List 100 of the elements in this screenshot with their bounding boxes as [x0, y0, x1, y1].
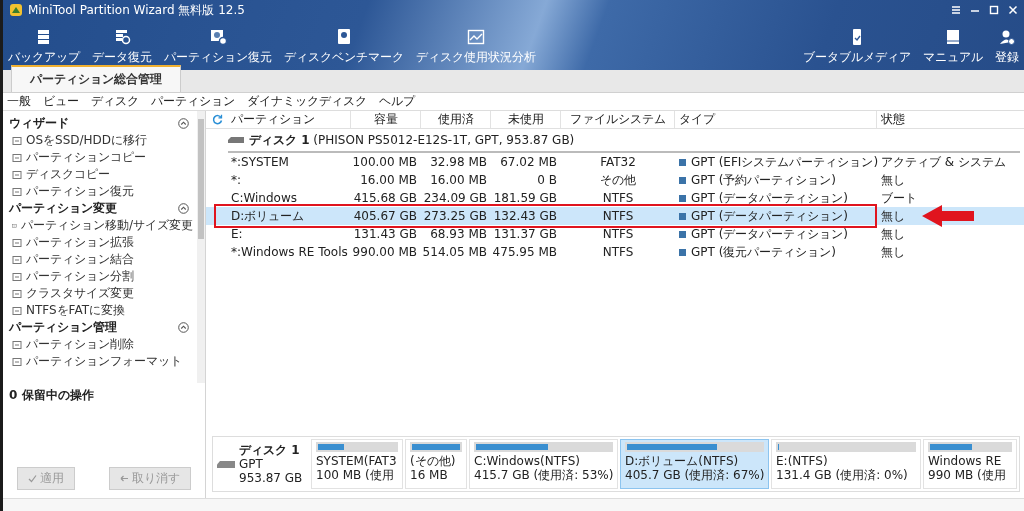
table-cell-text: 0 B	[536, 173, 558, 187]
table-cell: GPT (復元パーティション)	[675, 243, 877, 261]
table-cell-text: 68.93 MB	[429, 227, 488, 241]
menu-item[interactable]: ヘルプ	[379, 93, 415, 110]
table-cell-text: 415.68 GB	[352, 191, 418, 205]
column-header[interactable]: 使用済	[421, 111, 491, 128]
sidebar-item[interactable]: NTFSをFATに変換	[9, 302, 193, 319]
sidebar-item[interactable]: パーティションフォーマット	[9, 353, 193, 370]
sidebar-item[interactable]: クラスタサイズ変更	[9, 285, 193, 302]
action-icon	[12, 305, 22, 316]
table-cell-text: 131.43 GB	[352, 227, 418, 241]
partition-row[interactable]: *:Windows RE Tools 990.00 MB 514.05 MB 475.95 MB NTFS GPT (復元パーティション) 無し	[206, 243, 1024, 261]
partition-block[interactable]: (その他) 16 MB	[405, 439, 467, 489]
disk-drive-icon	[217, 460, 235, 468]
table-cell-text: 67.02 MB	[499, 155, 558, 169]
partition-row[interactable]: *:SYSTEM 100.00 MB 32.98 MB 67.02 MB FAT32 GPT (EFIシステムパーティション) アクティブ & システム	[206, 153, 1024, 171]
partition-name: SYSTEM(FAT3	[316, 454, 398, 468]
sidebar-item[interactable]: ディスクコピー	[9, 166, 193, 183]
section-title: ウィザード	[9, 115, 69, 132]
tab[interactable]: パーティション総合管理	[11, 65, 181, 92]
toolbar-button[interactable]: バックアップ	[5, 28, 83, 66]
menu-item[interactable]: パーティション	[151, 93, 235, 110]
table-cell-text: 16.00 MB	[429, 173, 488, 187]
column-header[interactable]: 未使用	[491, 111, 561, 128]
column-header[interactable]: タイプ	[675, 111, 877, 128]
partition-name: C:Windows(NTFS)	[474, 454, 581, 468]
partition-row[interactable]: D:ボリューム 405.67 GB 273.25 GB 132.43 GB NTFS GPT (データパーティション) 無し	[206, 207, 1024, 225]
sidebar-item[interactable]: パーティションコピー	[9, 149, 193, 166]
table-cell-text: ブート	[880, 189, 918, 207]
disk-type: GPT	[239, 457, 264, 471]
toolbar-button[interactable]: ディスクベンチマーク	[281, 28, 407, 66]
user-add-icon	[998, 28, 1016, 46]
partition-type-icon	[679, 194, 686, 202]
disk-summary[interactable]: ディスク 1 GPT 953.87 GB	[215, 439, 309, 489]
check-icon	[28, 474, 37, 483]
table-cell-text: 100.00 MB	[351, 155, 418, 169]
partition-block[interactable]: D:ボリューム(NTFS) 405.7 GB (使用済: 67%)	[620, 439, 769, 489]
partition-type-icon	[679, 158, 686, 166]
column-header[interactable]: 容量	[351, 111, 421, 128]
partition-block[interactable]: E:(NTFS) 131.4 GB (使用済: 0%)	[771, 439, 921, 489]
collapse-icon[interactable]	[178, 118, 189, 129]
sidebar-item[interactable]: パーティション復元	[9, 183, 193, 200]
menu-icon[interactable]	[951, 5, 961, 15]
collapse-icon[interactable]	[178, 322, 189, 333]
menu-item[interactable]: ビュー	[43, 93, 79, 110]
scrollbar[interactable]	[197, 111, 205, 383]
partition-row[interactable]: E: 131.43 GB 68.93 MB 131.37 GB NTFS GPT (データパーティション) 無し	[206, 225, 1024, 243]
column-header[interactable]: パーティション	[227, 111, 351, 128]
close-icon[interactable]	[1008, 5, 1018, 15]
menu-item[interactable]: ディスク	[91, 93, 139, 110]
table-cell-text: 16.00 MB	[359, 173, 418, 187]
toolbar-button[interactable]: マニュアル	[920, 28, 986, 66]
table-cell-text: アクティブ & システム	[880, 153, 1007, 171]
collapse-icon[interactable]	[178, 203, 189, 214]
action-icon	[12, 271, 22, 282]
action-icon	[12, 135, 22, 146]
column-header[interactable]: 状態	[877, 111, 1024, 128]
column-header[interactable]: ファイルシステム	[561, 111, 675, 128]
drive-restore-icon	[113, 28, 131, 46]
table-cell-text: NTFS	[601, 245, 635, 259]
disk-drive-icon	[228, 137, 244, 143]
partition-usage: 405.7 GB (使用済: 67%)	[625, 468, 764, 482]
toolbar-button[interactable]: データ復元	[89, 28, 155, 66]
partition-usage: 990 MB (使用	[928, 468, 1007, 482]
table-cell-text: NTFS	[601, 209, 635, 223]
table-cell: GPT (データパーティション)	[675, 207, 877, 225]
undo-arrow-icon	[120, 474, 129, 483]
sidebar-item[interactable]: OSをSSD/HDDに移行	[9, 132, 193, 149]
partition-name: Windows RE	[928, 454, 1003, 468]
partition-block[interactable]: C:Windows(NTFS) 415.7 GB (使用済: 53%)	[469, 439, 618, 489]
table-cell-text: NTFS	[601, 227, 635, 241]
sidebar-item[interactable]: パーティション分割	[9, 268, 193, 285]
sidebar-item[interactable]: パーティション移動/サイズ変更	[9, 217, 193, 234]
table-cell-text: C:Windows	[230, 191, 298, 205]
table-cell-text: FAT32	[599, 155, 637, 169]
table-cell-text: 405.67 GB	[352, 209, 418, 223]
partition-block[interactable]: Windows RE 990 MB (使用	[923, 439, 1017, 489]
window-title: MiniTool Partition Wizard 無料版 12.5	[28, 1, 245, 19]
table-cell-text: その他	[599, 171, 637, 189]
toolbar-button[interactable]: ブータブルメディア	[800, 28, 914, 66]
disk-label: ディスク 1 (PHISON PS5012-E12S-1T, GPT, 953.87 GB)	[249, 131, 575, 149]
partition-usage: 100 MB (使用	[316, 468, 395, 482]
toolbar-button[interactable]: 登録	[992, 28, 1022, 66]
sidebar-item[interactable]: パーティション拡張	[9, 234, 193, 251]
sidebar-item[interactable]: パーティション結合	[9, 251, 193, 268]
partition-type-icon	[679, 248, 686, 256]
menu-item[interactable]: 一般	[7, 93, 31, 110]
table-cell-text: *:Windows RE Tools	[230, 245, 349, 259]
action-icon	[12, 254, 22, 265]
toolbar-button[interactable]: ディスク使用状況分析	[413, 28, 539, 66]
table-cell: GPT (予約パーティション)	[675, 171, 877, 189]
section-title: パーティション変更	[9, 200, 117, 217]
partition-row[interactable]: *: 16.00 MB 16.00 MB 0 B その他 GPT (予約パーティション) 無し	[206, 171, 1024, 189]
toolbar-button[interactable]: パーティション復元	[161, 28, 275, 66]
sidebar-item[interactable]: パーティション削除	[9, 336, 193, 353]
maximize-icon[interactable]	[989, 5, 999, 15]
partition-block[interactable]: SYSTEM(FAT3 100 MB (使用	[311, 439, 403, 489]
menu-item[interactable]: ダイナミックディスク	[247, 93, 367, 110]
refresh-icon[interactable]	[212, 114, 223, 125]
partition-row[interactable]: C:Windows 415.68 GB 234.09 GB 181.59 GB NTFS GPT (データパーティション) ブート	[206, 189, 1024, 207]
